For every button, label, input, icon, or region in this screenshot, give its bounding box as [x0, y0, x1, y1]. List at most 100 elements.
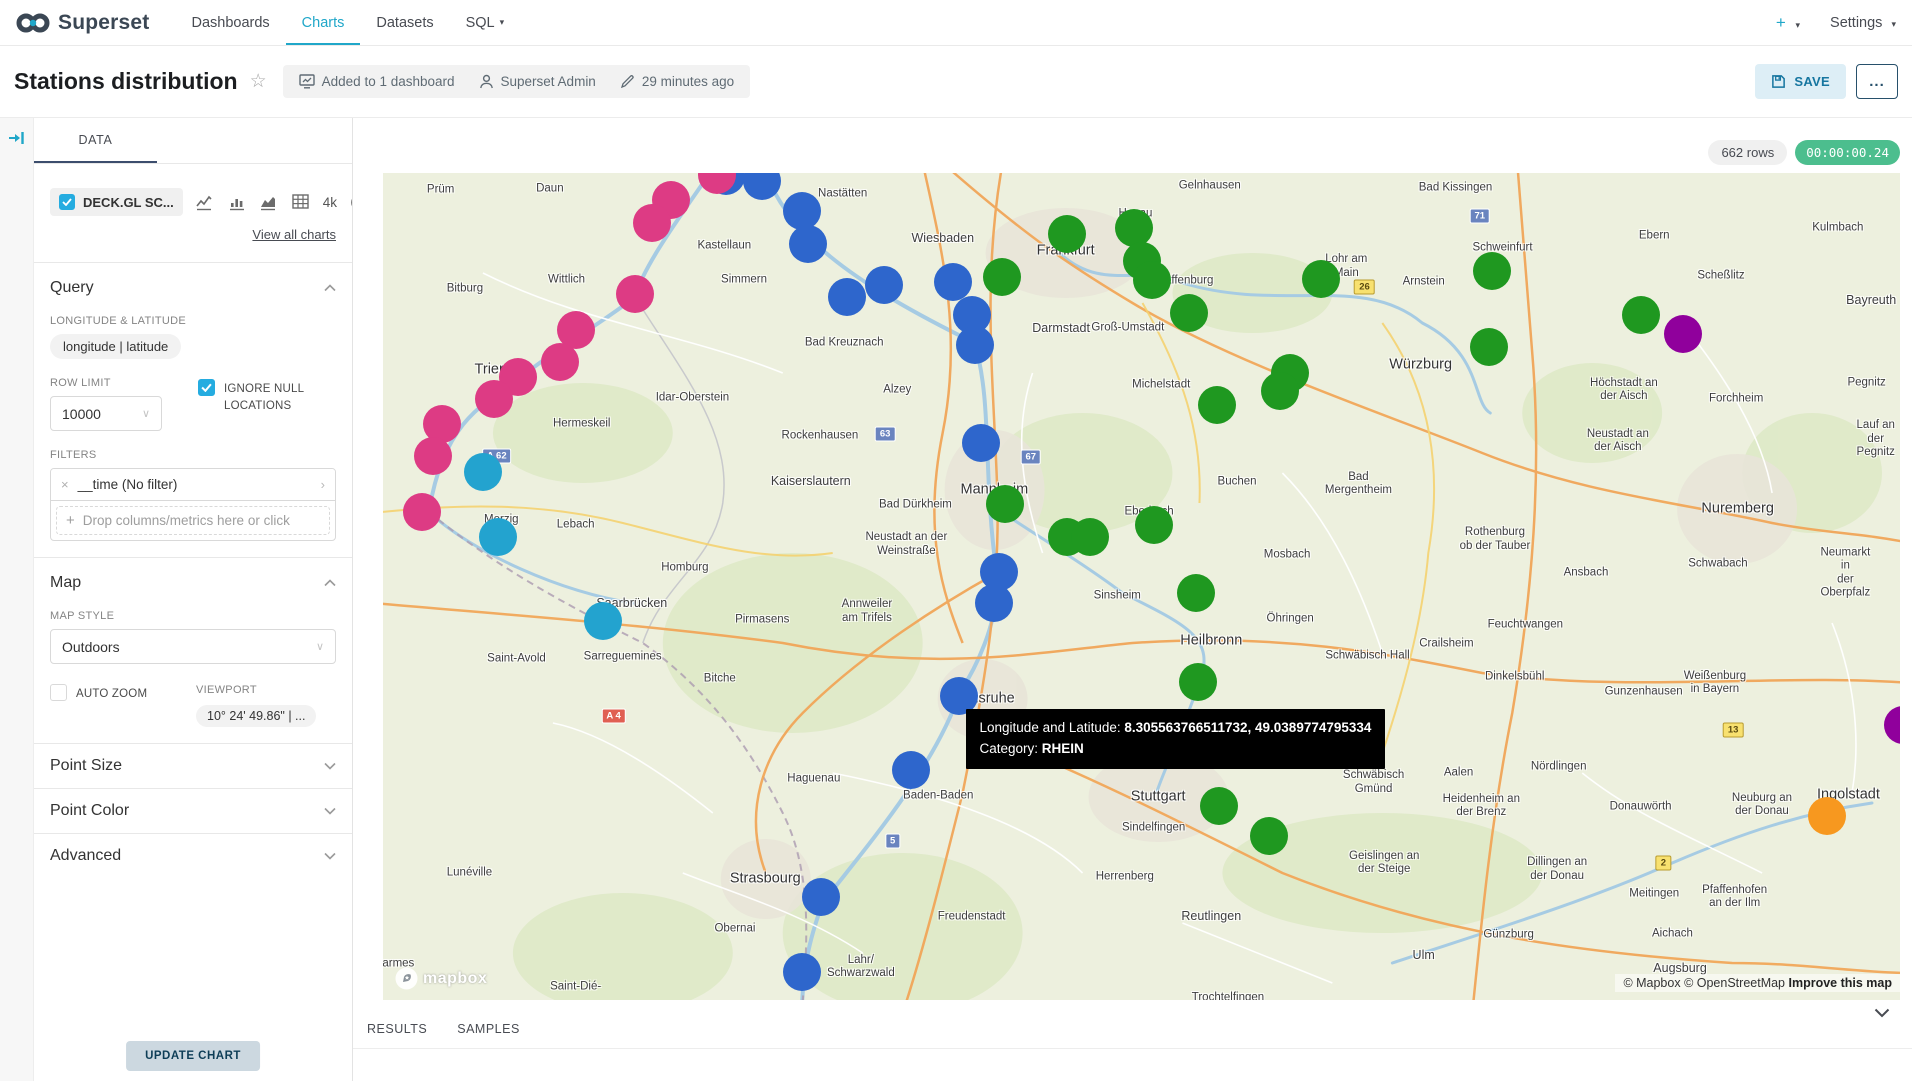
favorite-star-icon[interactable]: ☆: [250, 70, 267, 93]
map-point[interactable]: [1808, 797, 1846, 835]
auto-zoom-label: AUTO ZOOM: [76, 684, 147, 703]
chevron-up-icon: [324, 284, 336, 292]
map-point[interactable]: [1170, 294, 1208, 332]
pie-chart-icon[interactable]: [350, 193, 353, 212]
nav-item-sql[interactable]: SQL▾: [450, 0, 521, 45]
map-point[interactable]: [1048, 215, 1086, 253]
map-point[interactable]: [1115, 209, 1153, 247]
map-point[interactable]: [783, 953, 821, 991]
expand-panel-icon[interactable]: [8, 130, 26, 146]
map-point[interactable]: [828, 278, 866, 316]
map-point[interactable]: [1470, 328, 1508, 366]
map-point[interactable]: [789, 225, 827, 263]
map-point[interactable]: [1133, 261, 1171, 299]
row-count-badge: 662 rows: [1708, 140, 1787, 165]
filter-chip-time[interactable]: × __time (No filter) ›: [51, 469, 335, 501]
mapbox-attribution-link[interactable]: © Mapbox: [1623, 976, 1680, 990]
panel-tabs: DATA: [34, 118, 352, 164]
map-point[interactable]: [802, 878, 840, 916]
meta-label: 29 minutes ago: [642, 74, 734, 89]
meta-superset-admin[interactable]: Superset Admin: [479, 74, 596, 89]
map-point[interactable]: [783, 192, 821, 230]
map-point[interactable]: [1135, 506, 1173, 544]
map-point[interactable]: [962, 424, 1000, 462]
more-options-button[interactable]: ...: [1856, 64, 1898, 99]
chevron-down-icon: [324, 852, 336, 860]
tab-results[interactable]: RESULTS: [367, 1022, 427, 1036]
dashboard-icon: [299, 74, 315, 89]
map-point[interactable]: [975, 584, 1013, 622]
map-point[interactable]: [934, 263, 972, 301]
map-section-header[interactable]: Map: [50, 574, 336, 592]
map-point[interactable]: [1250, 817, 1288, 855]
section-point-size[interactable]: Point Size: [34, 743, 352, 788]
new-item-button[interactable]: + ▾: [1776, 13, 1800, 33]
row-limit-select[interactable]: 10000∨: [50, 396, 162, 431]
improve-map-link[interactable]: Improve this map: [1789, 976, 1893, 990]
map-point[interactable]: [983, 258, 1021, 296]
remove-filter-icon[interactable]: ×: [61, 477, 69, 492]
map-point[interactable]: [475, 380, 513, 418]
map-point[interactable]: [403, 493, 441, 531]
map-point[interactable]: [892, 751, 930, 789]
settings-menu[interactable]: Settings ▾: [1830, 15, 1896, 31]
map-point[interactable]: [1622, 296, 1660, 334]
view-all-charts-link[interactable]: View all charts: [252, 227, 336, 242]
map-point[interactable]: [584, 602, 622, 640]
map-point[interactable]: [414, 437, 452, 475]
map-style-select[interactable]: Outdoors∨: [50, 629, 336, 664]
map-point[interactable]: [1071, 518, 1109, 556]
map-point[interactable]: [865, 266, 903, 304]
tab-samples[interactable]: SAMPLES: [457, 1022, 520, 1036]
bar-chart-icon[interactable]: [229, 194, 247, 211]
map-point[interactable]: [1179, 663, 1217, 701]
update-chart-button[interactable]: UPDATE CHART: [126, 1041, 260, 1071]
section-point-color[interactable]: Point Color: [34, 788, 352, 833]
viz-type-selected[interactable]: DECK.GL SC...: [50, 188, 183, 216]
query-section-header[interactable]: Query: [50, 279, 336, 297]
nav-item-dashboards[interactable]: Dashboards: [175, 0, 285, 45]
meta-added-to-1-dashboard[interactable]: Added to 1 dashboard: [299, 74, 455, 89]
map-point[interactable]: [1302, 260, 1340, 298]
map-point[interactable]: [464, 453, 502, 491]
save-button[interactable]: SAVE: [1755, 64, 1846, 99]
map-point[interactable]: [633, 204, 671, 242]
map-point[interactable]: [1198, 386, 1236, 424]
nav-item-datasets[interactable]: Datasets: [360, 0, 449, 45]
auto-zoom-checkbox[interactable]: [50, 684, 67, 701]
viz-type-label: DECK.GL SC...: [83, 195, 174, 210]
brand-name: Superset: [58, 11, 149, 35]
viewport-chip[interactable]: 10° 24' 49.86" | ...: [196, 705, 316, 727]
collapse-pane-chevron-icon[interactable]: [1874, 1008, 1890, 1018]
section-advanced[interactable]: Advanced: [34, 833, 352, 878]
tab-data[interactable]: DATA: [34, 118, 157, 163]
left-rail: [0, 118, 34, 1081]
table-chart-icon[interactable]: [292, 194, 310, 210]
map-point[interactable]: [956, 326, 994, 364]
map-point[interactable]: [1261, 372, 1299, 410]
infinity-logo-icon: [16, 12, 50, 34]
ignore-null-checkline[interactable]: IGNORE NULL LOCATIONS: [198, 379, 336, 414]
map-point[interactable]: [1200, 787, 1238, 825]
map-point[interactable]: [541, 343, 579, 381]
map-point[interactable]: [479, 518, 517, 556]
line-chart-icon[interactable]: [196, 194, 216, 211]
lonlat-chip[interactable]: longitude | latitude: [50, 334, 181, 359]
map-point[interactable]: [1177, 574, 1215, 612]
auto-zoom-checkline[interactable]: AUTO ZOOM: [50, 684, 178, 703]
superset-logo[interactable]: Superset: [16, 11, 149, 35]
map-point[interactable]: [616, 275, 654, 313]
osm-attribution-link[interactable]: © OpenStreetMap: [1684, 976, 1785, 990]
meta-29-minutes-ago[interactable]: 29 minutes ago: [620, 74, 734, 89]
viz-4k-badge[interactable]: 4k: [323, 195, 337, 210]
map-point[interactable]: [1664, 315, 1702, 353]
ignore-null-checkbox[interactable]: [198, 379, 215, 396]
plus-icon: +: [66, 512, 75, 529]
nav-item-charts[interactable]: Charts: [286, 0, 361, 45]
map-point[interactable]: [986, 485, 1024, 523]
area-chart-icon[interactable]: [260, 194, 279, 211]
map-point[interactable]: [1473, 252, 1511, 290]
filter-drop-zone[interactable]: + Drop columns/metrics here or click: [56, 506, 330, 535]
deckgl-scatter-map[interactable]: PrümDaunNastättenGelnhausenBad Kissingen…: [383, 173, 1900, 1000]
lonlat-label: LONGITUDE & LATITUDE: [50, 315, 336, 327]
